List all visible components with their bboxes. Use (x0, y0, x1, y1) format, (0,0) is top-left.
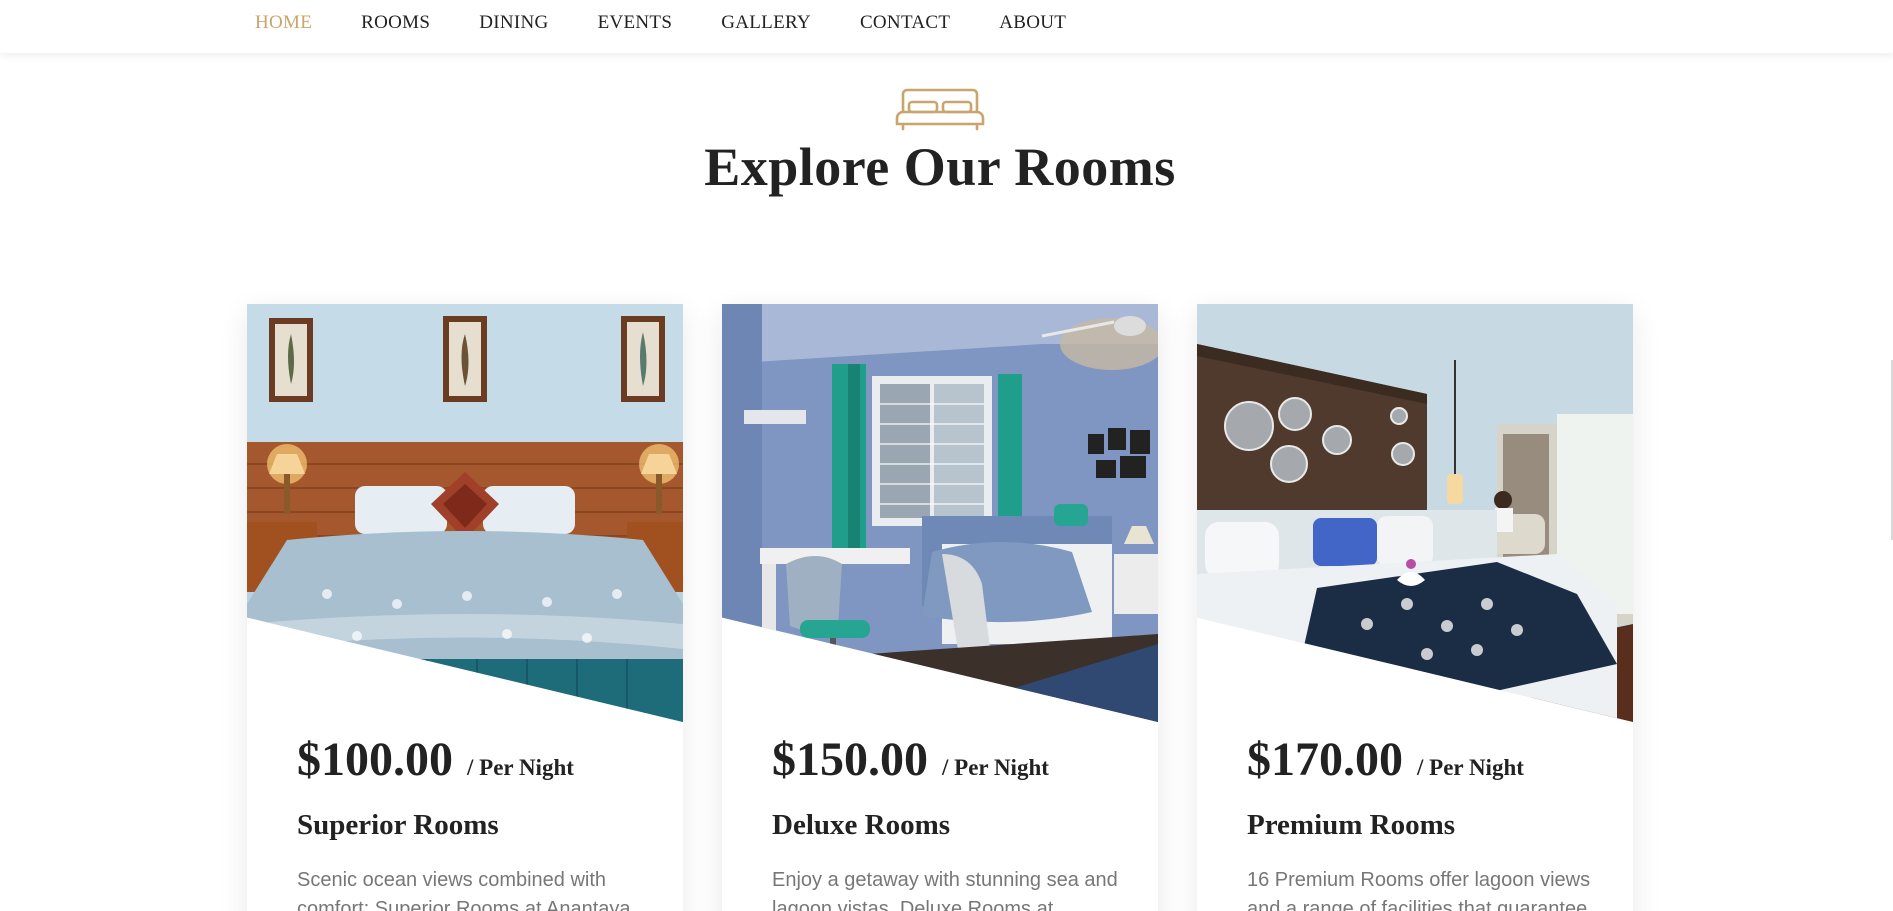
room-price: $170.00 (1247, 733, 1403, 786)
premium-room-photo (1197, 304, 1633, 722)
per-night-label: / Per Night (1417, 755, 1524, 780)
page-title: Explore Our Rooms (704, 137, 1176, 197)
nav-dining[interactable]: DINING (479, 12, 548, 34)
room-price: $150.00 (772, 733, 928, 786)
room-card-superior[interactable]: $100.00 / Per Night Superior Rooms Sceni… (247, 304, 683, 911)
top-navigation-bar: HOME ROOMS DINING EVENTS GALLERY CONTACT… (0, 0, 1893, 53)
room-card-body: $100.00 / Per Night Superior Rooms Sceni… (297, 732, 653, 911)
per-night-label: / Per Night (467, 755, 574, 780)
price-row: $100.00 / Per Night (297, 732, 653, 787)
main-nav: HOME ROOMS DINING EVENTS GALLERY CONTACT… (255, 0, 1115, 45)
room-card-body: $170.00 / Per Night Premium Rooms 16 Pre… (1247, 732, 1603, 911)
room-name[interactable]: Deluxe Rooms (772, 809, 1128, 842)
room-name[interactable]: Premium Rooms (1247, 809, 1603, 842)
room-photo[interactable] (1197, 304, 1633, 722)
room-description: Enjoy a getaway with stunning sea and la… (772, 869, 1118, 911)
room-price: $100.00 (297, 733, 453, 786)
room-description: 16 Premium Rooms offer lagoon views and … (1247, 869, 1591, 911)
room-card-premium[interactable]: $170.00 / Per Night Premium Rooms 16 Pre… (1197, 304, 1633, 911)
superior-room-photo (247, 304, 683, 722)
room-cards: $100.00 / Per Night Superior Rooms Sceni… (247, 304, 1672, 911)
nav-gallery[interactable]: GALLERY (721, 12, 811, 34)
price-row: $150.00 / Per Night (772, 732, 1128, 787)
price-row: $170.00 / Per Night (1247, 732, 1603, 787)
per-night-label: / Per Night (942, 755, 1049, 780)
room-description: Scenic ocean views combined with comfort… (297, 869, 631, 911)
section-heading: Explore Our Rooms (0, 88, 1880, 198)
nav-events[interactable]: EVENTS (598, 12, 673, 34)
deluxe-room-photo (722, 304, 1158, 722)
nav-rooms[interactable]: ROOMS (361, 12, 430, 34)
bed-icon (895, 88, 985, 131)
room-card-body: $150.00 / Per Night Deluxe Rooms Enjoy a… (772, 732, 1128, 911)
room-photo[interactable] (247, 304, 683, 722)
nav-contact[interactable]: CONTACT (860, 12, 950, 34)
room-name[interactable]: Superior Rooms (297, 809, 653, 842)
nav-home[interactable]: HOME (255, 12, 312, 34)
nav-about[interactable]: ABOUT (999, 12, 1066, 34)
room-card-deluxe[interactable]: $150.00 / Per Night Deluxe Rooms Enjoy a… (722, 304, 1158, 911)
room-photo[interactable] (722, 304, 1158, 722)
